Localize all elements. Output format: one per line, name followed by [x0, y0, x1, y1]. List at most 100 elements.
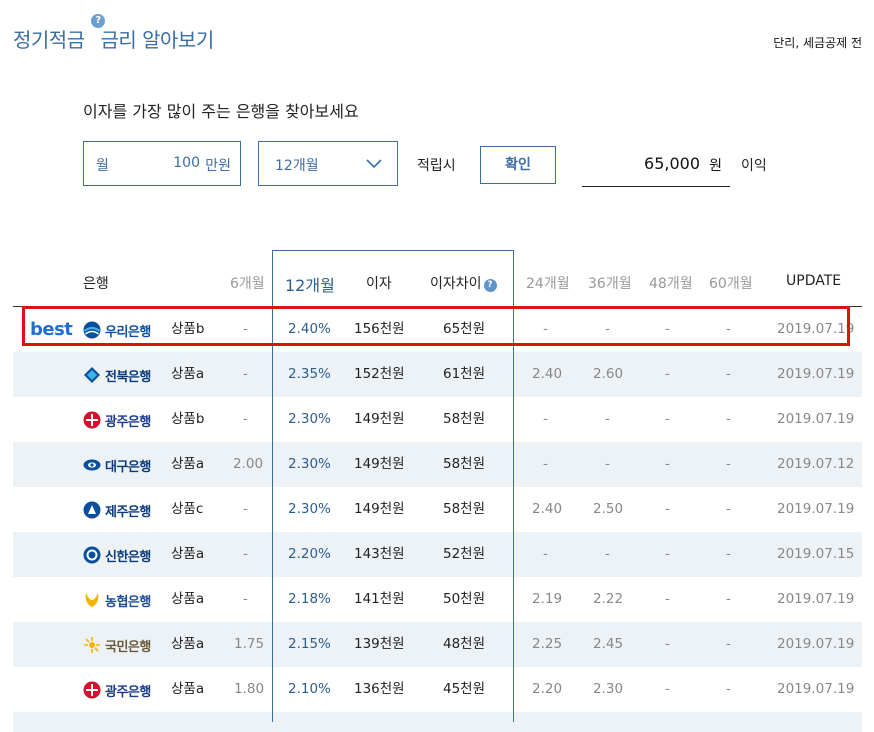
table-row[interactable]: best 우리은행 상품b - 2.40% 156천원 65천원 - - - -…: [13, 307, 862, 352]
rate-60m: -: [726, 501, 731, 517]
rate-36m: -: [605, 456, 610, 472]
interest: 136천원: [354, 681, 405, 697]
rate-60m: -: [726, 546, 731, 562]
interest: 149천원: [354, 501, 405, 517]
header-diff: 이자차이?: [430, 273, 497, 293]
table-row[interactable]: 제주은행 상품c - 2.30% 149천원 58천원 2.40 2.50 - …: [13, 487, 862, 532]
rate-48m: -: [665, 501, 670, 517]
table-row[interactable]: 국민은행 상품a 1.75 2.15% 139천원 48천원 2.25 2.45…: [13, 622, 862, 667]
header-diff-label: 이자차이: [430, 276, 482, 292]
kookmin-logo-icon: [84, 637, 100, 653]
rate-24m: -: [543, 321, 548, 337]
confirm-button[interactable]: 확인: [480, 146, 556, 184]
table-row[interactable]: 전북은행 상품a - 2.35% 152천원 61천원 2.40 2.60 - …: [13, 352, 862, 397]
page-title-sub: 금리 알아보기: [100, 28, 214, 52]
subtitle: 이자를 가장 많이 주는 은행을 찾아보세요: [83, 102, 359, 121]
product-name: 상품a: [171, 456, 205, 472]
rate-6m: -: [243, 591, 248, 607]
interest-diff: 65천원: [443, 321, 486, 337]
month-label: 월: [96, 158, 109, 174]
table-row[interactable]: 광주은행 상품a 1.80 2.10% 136천원 45천원 2.20 2.30…: [13, 667, 862, 712]
rate-24m: 2.25: [532, 636, 563, 652]
rate-12m: 2.30%: [288, 501, 331, 517]
bank-name: 광주은행: [105, 414, 151, 430]
rate-6m: 2.00: [233, 456, 264, 472]
period-select[interactable]: 12개월: [258, 141, 398, 186]
product-name: 상품a: [171, 546, 205, 562]
header-24m[interactable]: 24개월: [526, 273, 570, 293]
help-icon[interactable]: ?: [483, 279, 497, 292]
product-name: 상품b: [171, 321, 205, 337]
header-60m[interactable]: 60개월: [709, 273, 753, 293]
header-bank: 은행: [83, 276, 109, 292]
rate-60m: -: [726, 321, 731, 337]
rate-24m: 2.40: [532, 501, 563, 517]
table-row[interactable]: 광주은행 상품b - 2.30% 149천원 58천원 - - - - 2019…: [13, 397, 862, 442]
rate-36m: -: [605, 546, 610, 562]
table-row[interactable]: 신한은행 상품a - 2.20% 143천원 52천원 - - - - 2019…: [13, 532, 862, 577]
rate-60m: -: [726, 366, 731, 382]
bank-logo: 국민은행: [83, 634, 151, 656]
rate-12m: 2.30%: [288, 411, 331, 427]
update-date: 2019.07.19: [777, 681, 855, 697]
jeju-logo-icon: [83, 501, 101, 519]
interest-diff: 61천원: [443, 366, 486, 382]
header-48m[interactable]: 48개월: [649, 273, 693, 293]
rate-24m: -: [543, 456, 548, 472]
bank-logo: 농협은행: [83, 589, 151, 611]
monthly-amount-field[interactable]: 월 100 만원: [83, 141, 241, 186]
jeonbuk-logo-icon: [84, 367, 100, 383]
rate-48m: -: [665, 366, 670, 382]
rate-24m: -: [543, 411, 548, 427]
rate-12m: 2.20%: [288, 546, 331, 562]
daegu-logo-icon: [83, 459, 101, 471]
amount-value[interactable]: 100: [173, 155, 200, 171]
rate-24m: 2.40: [532, 366, 563, 382]
rate-48m: -: [665, 546, 670, 562]
profit-label: 이익: [741, 158, 767, 174]
gwangju-logo-icon: [83, 411, 101, 429]
rate-36m: -: [605, 321, 610, 337]
rate-36m: 2.22: [593, 591, 624, 607]
update-date: 2019.07.12: [777, 456, 855, 472]
help-icon[interactable]: ?: [91, 14, 105, 28]
bank-logo: 제주은행: [83, 499, 151, 521]
rate-60m: -: [726, 591, 731, 607]
header-6m[interactable]: 6개월: [230, 273, 265, 293]
interest-diff: 45천원: [443, 681, 486, 697]
table-row[interactable]: 대구은행 상품a 2.00 2.30% 149천원 58천원 - - - - 2…: [13, 442, 862, 487]
bank-name: 신한은행: [105, 549, 151, 565]
interest: 152천원: [354, 366, 405, 382]
rate-36m: 2.50: [593, 501, 624, 517]
rate-6m: -: [243, 411, 248, 427]
rate-60m: -: [726, 411, 731, 427]
update-date: 2019.07.19: [777, 591, 855, 607]
header-12m[interactable]: 12개월: [285, 272, 335, 296]
product-name: 상품a: [171, 366, 205, 382]
bank-logo: 신한은행: [83, 544, 151, 566]
update-date: 2019.07.19: [777, 411, 855, 427]
result-field: 65,000 원: [582, 141, 730, 187]
update-date: 2019.07.19: [777, 366, 855, 382]
rate-36m: 2.30: [593, 681, 624, 697]
bank-logo: 광주은행: [83, 679, 151, 701]
rate-12m: 2.35%: [288, 366, 331, 382]
header-36m[interactable]: 36개월: [588, 273, 632, 293]
interest-diff: 48천원: [443, 636, 486, 652]
interest: 143천원: [354, 546, 405, 562]
update-date: 2019.07.15: [777, 546, 855, 562]
interest-diff: 58천원: [443, 411, 486, 427]
rate-12m: 2.10%: [288, 681, 331, 697]
result-value: 65,000: [644, 154, 700, 173]
chevron-down-icon: [366, 159, 382, 169]
rate-6m: -: [243, 366, 248, 382]
table-row[interactable]: [13, 712, 862, 732]
interest: 139천원: [354, 636, 405, 652]
table-row[interactable]: 농협은행 상품a - 2.18% 141천원 50천원 2.19 2.22 - …: [13, 577, 862, 622]
page-title-main: 정기적금: [13, 28, 85, 52]
best-badge: best: [30, 319, 73, 340]
update-date: 2019.07.19: [777, 636, 855, 652]
interest: 141천원: [354, 591, 405, 607]
gwangju-logo-icon: [83, 681, 101, 699]
product-name: 상품a: [171, 636, 205, 652]
